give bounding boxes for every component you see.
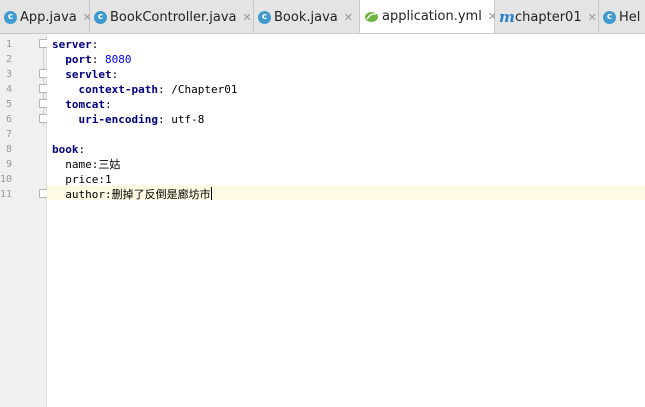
close-icon[interactable]: ✕ — [344, 11, 353, 24]
java-class-icon: c — [4, 10, 17, 24]
code-line-9: name:三姑 — [65, 158, 121, 171]
java-class-icon: c — [603, 10, 616, 24]
line-number: 11 — [0, 189, 13, 200]
tab-label: BookController.java — [110, 9, 237, 25]
tab-label: Hel — [619, 9, 641, 25]
tab-app-java[interactable]: c App.java ✕ — [0, 0, 92, 33]
line-number: 4 — [5, 84, 12, 95]
tab-bookcontroller-java[interactable]: c BookController.java ✕ — [90, 0, 254, 33]
line-number: 3 — [5, 69, 12, 80]
code-line-8: book: — [52, 143, 86, 156]
close-icon[interactable]: ✕ — [242, 11, 251, 24]
editor-tab-bar: c App.java ✕ c BookController.java ✕ c B… — [0, 0, 645, 34]
code-line-2: port: 8080 — [65, 53, 132, 66]
code-line-1: server: — [52, 38, 99, 51]
line-number: 9 — [5, 159, 12, 170]
tab-book-java[interactable]: c Book.java ✕ — [254, 0, 360, 33]
java-class-icon: c — [94, 10, 107, 24]
code-line-3: servlet: — [65, 68, 119, 81]
tab-hel[interactable]: c Hel — [599, 0, 645, 33]
text-caret — [210, 187, 212, 200]
code-line-6: uri-encoding: utf-8 — [78, 113, 205, 126]
line-number: 2 — [5, 54, 12, 65]
code-line-5: tomcat: — [65, 98, 112, 111]
code-line-10: price:1 — [65, 173, 112, 186]
line-number: 7 — [5, 129, 12, 140]
tab-application-yml[interactable]: application.yml ✕ — [360, 0, 497, 33]
line-number: 1 — [5, 39, 12, 50]
tab-label: App.java — [20, 9, 77, 25]
maven-module-icon: m — [499, 8, 515, 26]
line-number: 8 — [5, 144, 12, 155]
code-line-11: author:删掉了反倒是廊坊市 — [65, 187, 212, 201]
tab-label: Book.java — [274, 9, 338, 25]
code-editor[interactable]: server: port: 8080 servlet: context-path… — [47, 34, 645, 407]
close-icon[interactable]: ✕ — [588, 11, 597, 24]
editor-gutter[interactable]: 1 2 3 4 5 6 7 8 9 10 11 — [0, 34, 48, 407]
code-line-4: context-path: /Chapter01 — [78, 83, 238, 96]
java-class-icon: c — [258, 10, 271, 24]
line-number: 10 — [0, 174, 13, 185]
line-number: 6 — [5, 114, 12, 125]
tab-label: chapter01 — [515, 9, 582, 25]
yaml-spring-icon — [365, 12, 378, 22]
tab-label: application.yml — [382, 9, 482, 24]
tab-chapter01[interactable]: m chapter01 ✕ — [495, 0, 599, 33]
line-number: 5 — [5, 99, 12, 110]
